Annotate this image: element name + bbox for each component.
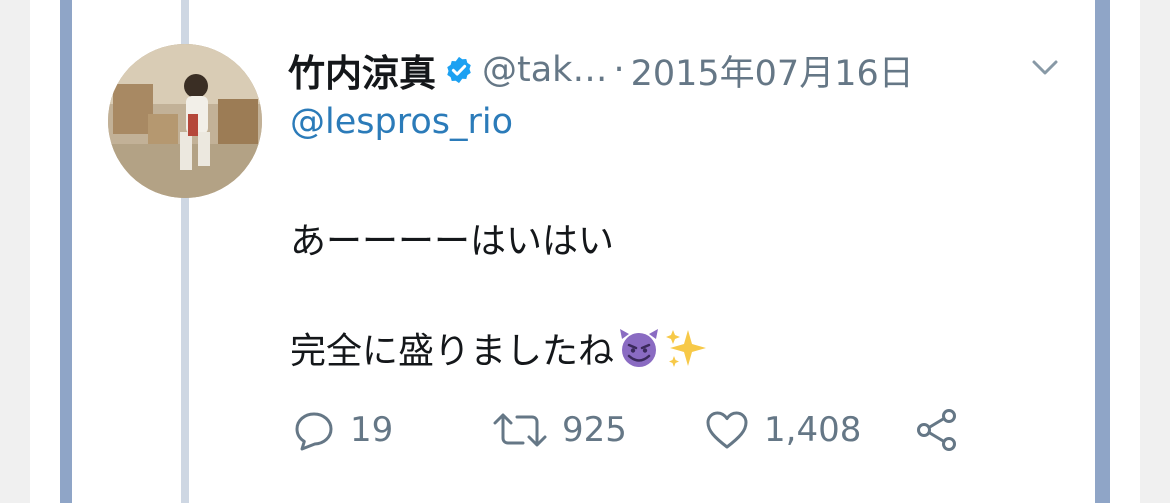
smiling-devil-icon bbox=[616, 325, 662, 371]
tweet-actions: 19 925 1,408 bbox=[292, 404, 960, 456]
avatar-photo bbox=[108, 44, 262, 198]
tweet-text-line-2: 完全に盛りましたね bbox=[290, 331, 615, 372]
like-count: 1,408 bbox=[764, 410, 862, 450]
like-button[interactable]: 1,408 bbox=[704, 408, 914, 452]
sparkles-icon bbox=[664, 326, 708, 370]
reply-count: 19 bbox=[350, 410, 394, 450]
separator-dot: · bbox=[613, 50, 625, 90]
reply-button[interactable]: 19 bbox=[292, 408, 492, 452]
display-name[interactable]: 竹内涼真 bbox=[288, 43, 436, 97]
reply-to-mention[interactable]: @lespros_rio bbox=[290, 102, 513, 142]
chevron-down-icon[interactable] bbox=[1028, 56, 1062, 80]
verified-badge-icon bbox=[444, 55, 474, 85]
tweet-header: 竹内涼真 @tak… · 2015年07月16日 bbox=[288, 42, 1075, 98]
tweet-text-line-1: あーーーーはいはい bbox=[290, 221, 615, 262]
handle[interactable]: @tak… bbox=[482, 50, 607, 90]
avatar[interactable] bbox=[108, 44, 262, 198]
reply-icon bbox=[295, 412, 333, 451]
tweet-date[interactable]: 2015年07月16日 bbox=[631, 45, 914, 96]
share-button[interactable] bbox=[914, 407, 960, 453]
share-icon bbox=[917, 409, 956, 451]
retweet-icon bbox=[493, 413, 547, 447]
retweet-button[interactable]: 925 bbox=[492, 408, 704, 452]
tweet-text-line-2-row: 完全に盛りましたね bbox=[290, 322, 708, 374]
retweet-count: 925 bbox=[562, 410, 627, 450]
heart-icon bbox=[706, 411, 748, 449]
